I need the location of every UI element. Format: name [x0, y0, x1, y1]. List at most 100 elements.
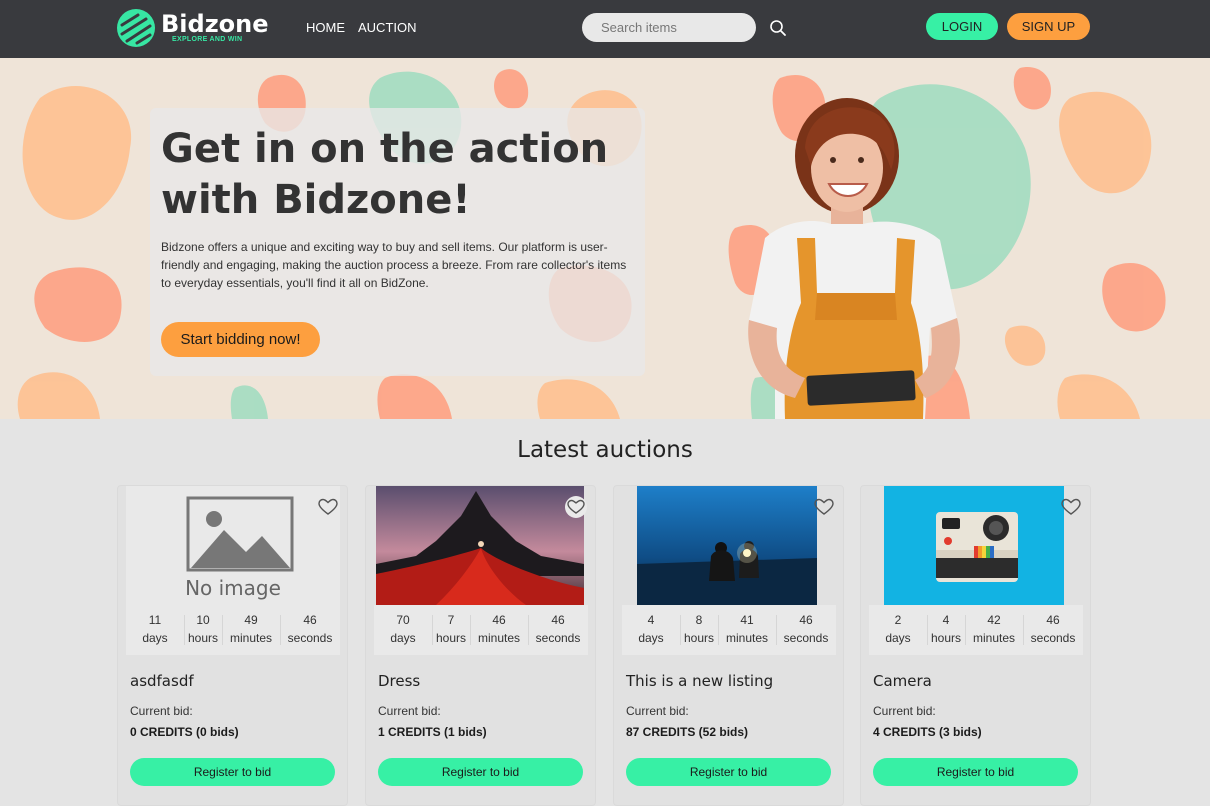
current-bid-label: Current bid: [626, 704, 689, 718]
timer-unit: seconds [287, 631, 333, 645]
timer-value: 46 [551, 613, 565, 627]
timer-seconds: 46 seconds [528, 605, 588, 655]
dress-photo [376, 486, 584, 605]
timer-unit: days [142, 631, 168, 645]
hero-description: Bidzone offers a unique and exciting way… [161, 240, 627, 290]
timer-hours: 4 hours [927, 605, 965, 655]
auction-title[interactable]: This is a new listing [626, 672, 773, 690]
auction-image[interactable] [637, 486, 817, 605]
timer-unit: days [390, 631, 416, 645]
timer-minutes: 42 minutes [965, 605, 1023, 655]
current-bid-value: 4 CREDITS (3 bids) [873, 725, 982, 739]
timer-seconds: 46 seconds [280, 605, 340, 655]
timer-unit: minutes [972, 631, 1016, 645]
current-bid-value: 87 CREDITS (52 bids) [626, 725, 749, 739]
start-bidding-button[interactable]: Start bidding now! [161, 322, 320, 357]
timer-minutes: 49 minutes [222, 605, 280, 655]
timer-unit: minutes [229, 631, 273, 645]
timer-unit: days [885, 631, 911, 645]
nav-link-home[interactable]: HOME [306, 20, 345, 35]
current-bid-label: Current bid: [130, 704, 193, 718]
brand-logo[interactable]: Bidzone EXPLORE AND WIN [116, 8, 269, 48]
camera-photo [884, 486, 1064, 605]
timer-days: 4 days [622, 605, 680, 655]
timer-value: 4 [942, 613, 950, 627]
current-bid-label: Current bid: [378, 704, 441, 718]
signup-button[interactable]: SIGN UP [1007, 13, 1090, 40]
timer-value: 8 [695, 613, 703, 627]
auction-card[interactable]: 2 days 4 hours 42 minutes 46 seconds Camera … [860, 485, 1091, 806]
timer-days: 2 days [869, 605, 927, 655]
timer-value: 42 [987, 613, 1001, 627]
timer-unit: hours [683, 631, 715, 645]
timer-value: 46 [1046, 613, 1060, 627]
timer-value: 46 [492, 613, 506, 627]
search-input[interactable] [582, 13, 756, 42]
auction-image[interactable] [884, 486, 1064, 605]
search-icon[interactable] [769, 19, 787, 37]
auction-title[interactable]: Camera [873, 672, 932, 690]
favorite-heart-icon[interactable] [317, 496, 339, 518]
timer-unit: minutes [477, 631, 521, 645]
timer-hours: 10 hours [184, 605, 222, 655]
brand-name: Bidzone [161, 10, 269, 38]
timer-value: 46 [303, 613, 317, 627]
timer-value: 41 [740, 613, 754, 627]
auction-image[interactable] [376, 486, 584, 605]
favorite-heart-icon[interactable] [1060, 496, 1082, 518]
brand-tagline: EXPLORE AND WIN [172, 36, 243, 43]
favorite-heart-icon[interactable] [813, 496, 835, 518]
timer-value: 46 [799, 613, 813, 627]
timer-hours: 7 hours [432, 605, 470, 655]
timer-seconds: 46 seconds [776, 605, 836, 655]
night-photo [637, 486, 817, 605]
auction-card[interactable]: 4 days 8 hours 41 minutes 46 seconds This is… [613, 485, 844, 806]
auction-card[interactable]: No image 11 days 10 hours 49 minutes 46 seco… [117, 485, 348, 806]
timer-value: 49 [244, 613, 258, 627]
login-button[interactable]: LOGIN [926, 13, 998, 40]
timer-unit: minutes [725, 631, 769, 645]
timer-value: 70 [396, 613, 410, 627]
timer-value: 10 [196, 613, 210, 627]
current-bid-label: Current bid: [873, 704, 936, 718]
timer-minutes: 41 minutes [718, 605, 776, 655]
timer-unit: seconds [535, 631, 581, 645]
current-bid-value: 1 CREDITS (1 bids) [378, 725, 487, 739]
countdown-timer: 2 days 4 hours 42 minutes 46 seconds [869, 605, 1083, 655]
auction-title[interactable]: Dress [378, 672, 420, 690]
hero-banner: Get in on the action with Bidzone! Bidzo… [0, 58, 1210, 419]
current-bid-value: 0 CREDITS (0 bids) [130, 725, 239, 739]
timer-days: 70 days [374, 605, 432, 655]
timer-value: 7 [447, 613, 455, 627]
hero-title: Get in on the action with Bidzone! [161, 126, 609, 223]
timer-unit: days [638, 631, 664, 645]
timer-unit: hours [930, 631, 962, 645]
favorite-heart-icon[interactable] [565, 496, 587, 518]
timer-hours: 8 hours [680, 605, 718, 655]
timer-unit: seconds [1030, 631, 1076, 645]
timer-unit: hours [187, 631, 219, 645]
timer-unit: hours [435, 631, 467, 645]
register-to-bid-button[interactable]: Register to bid [378, 758, 583, 786]
register-to-bid-button[interactable]: Register to bid [130, 758, 335, 786]
timer-unit: seconds [783, 631, 829, 645]
section-title-latest-auctions: Latest auctions [517, 437, 693, 463]
register-to-bid-button[interactable]: Register to bid [626, 758, 831, 786]
countdown-timer: 70 days 7 hours 46 minutes 46 seconds [374, 605, 588, 655]
nav-link-auction[interactable]: AUCTION [358, 20, 417, 35]
countdown-timer: 4 days 8 hours 41 minutes 46 seconds [622, 605, 836, 655]
logo-mark-icon [117, 9, 155, 47]
timer-value: 11 [148, 613, 162, 627]
countdown-timer: 11 days 10 hours 49 minutes 46 seconds [126, 605, 340, 655]
auction-image-placeholder: No image [126, 486, 340, 605]
top-navbar: Bidzone EXPLORE AND WIN HOME AUCTION LOG… [0, 0, 1210, 58]
auction-card[interactable]: 70 days 7 hours 46 minutes 46 seconds Dress … [365, 485, 596, 806]
no-image-label: No image [185, 576, 281, 600]
hero-woman-photo [748, 98, 960, 419]
timer-seconds: 46 seconds [1023, 605, 1083, 655]
timer-value: 2 [894, 613, 902, 627]
register-to-bid-button[interactable]: Register to bid [873, 758, 1078, 786]
timer-days: 11 days [126, 605, 184, 655]
auction-title[interactable]: asdfasdf [130, 672, 194, 690]
timer-minutes: 46 minutes [470, 605, 528, 655]
